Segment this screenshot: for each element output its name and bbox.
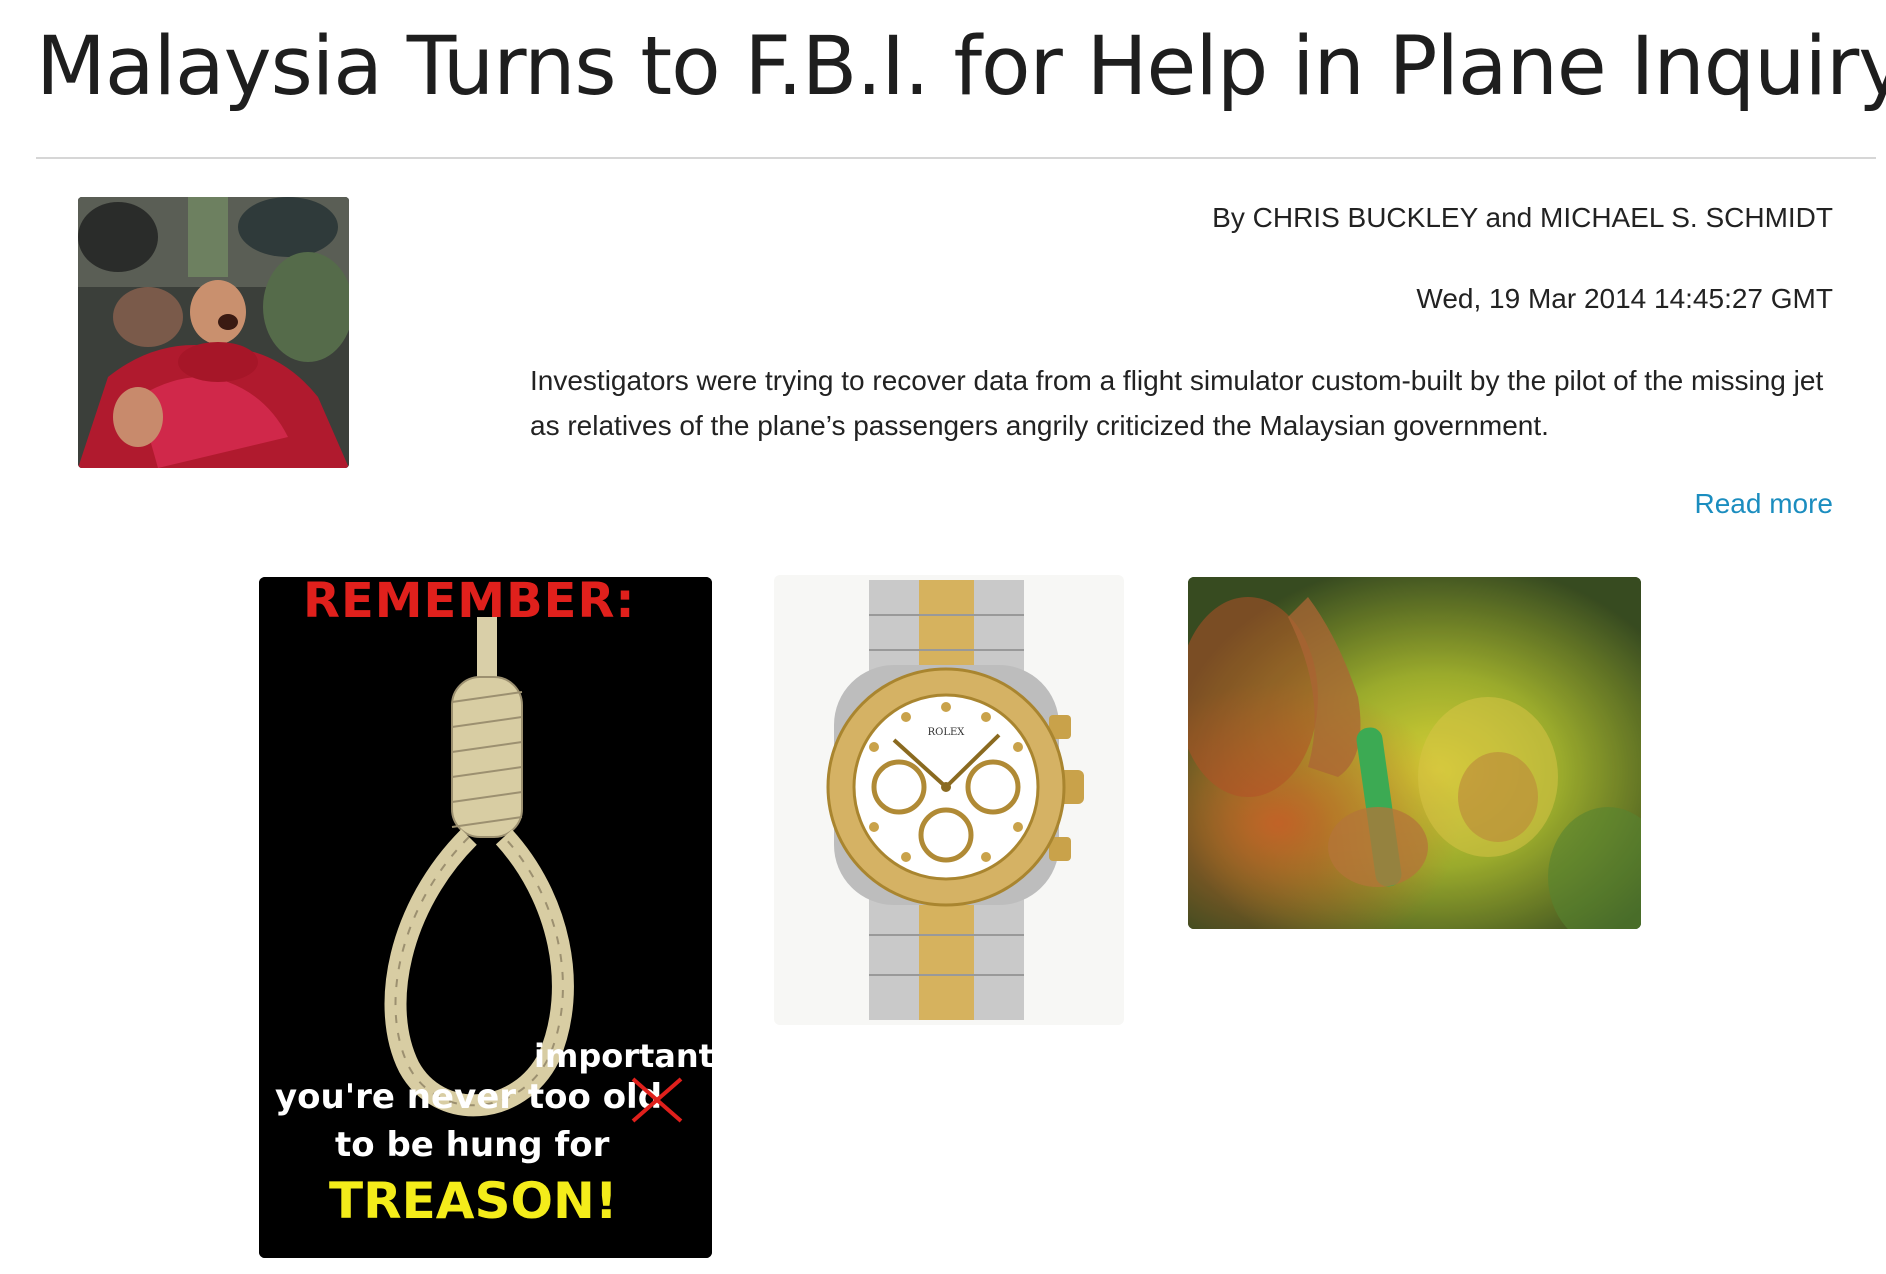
- article-date: Wed, 19 Mar 2014 14:45:27 GMT: [1416, 283, 1833, 314]
- poster-line-2: to be hung for: [335, 1125, 610, 1165]
- poster-inserted-word: important: [534, 1037, 712, 1075]
- treason-poster-image[interactable]: REMEMBER: important you're never too old…: [259, 577, 712, 1258]
- thumbnail-photo: [78, 197, 349, 468]
- title-divider: [36, 157, 1876, 159]
- strike-through-x-icon: [631, 1077, 683, 1123]
- rolex-watch-image[interactable]: ROLEX: [774, 575, 1124, 1025]
- watch-illustration: ROLEX: [774, 575, 1124, 1025]
- read-more-link[interactable]: Read more: [1694, 488, 1833, 520]
- holi-festival-image[interactable]: [1188, 577, 1641, 929]
- poster-headline: REMEMBER:: [303, 577, 636, 629]
- holi-photo: [1188, 577, 1641, 929]
- watch-brand-text: ROLEX: [928, 727, 966, 738]
- article-byline: By CHRIS BUCKLEY and MICHAEL S. SCHMIDT: [1212, 202, 1833, 233]
- article-thumbnail-image[interactable]: [78, 197, 349, 468]
- article-title: Malaysia Turns to F.B.I. for Help in Pla…: [36, 20, 1886, 114]
- poster-line-3: TREASON!: [329, 1172, 618, 1230]
- poster-line-1: you're never too old: [275, 1077, 663, 1117]
- article-summary: Investigators were trying to recover dat…: [530, 365, 1824, 441]
